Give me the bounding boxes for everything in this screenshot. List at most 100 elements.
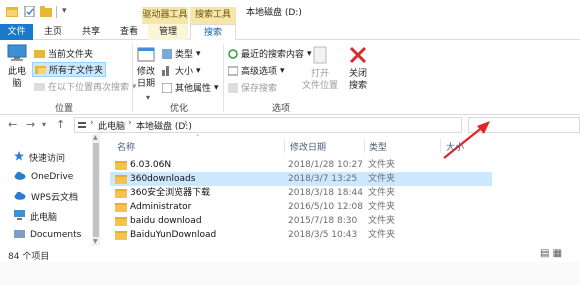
- calendar-icon: [137, 47, 155, 62]
- all-subfolders-button[interactable]: 所有子文件夹: [32, 62, 107, 77]
- context-tab-drive-tools: 驱动器工具: [142, 7, 188, 24]
- cell-date: 2018/3/7 13:25: [288, 174, 358, 184]
- quick-access-dropdown-icon[interactable]: ▾: [62, 6, 67, 16]
- size-icon: [162, 65, 169, 76]
- open-file-location-button[interactable]: 打开 文件位置: [300, 46, 340, 92]
- sort-chevron-icon: ˄: [196, 134, 200, 142]
- nav-item-1[interactable]: OneDrive: [14, 169, 73, 184]
- nav-item-4[interactable]: Documents: [14, 227, 81, 242]
- table-row[interactable]: 360downloads 2018/3/7 13:25 文件夹: [110, 172, 492, 186]
- close-search-button[interactable]: 关闭 搜索: [345, 46, 371, 92]
- kind-dropdown-icon: ▾: [196, 48, 201, 59]
- recent-searches-button[interactable]: 最近的搜索内容 ▾: [228, 47, 312, 60]
- save-search-button[interactable]: 保存搜索: [228, 81, 277, 94]
- forward-arrow-icon[interactable]: →: [26, 118, 35, 131]
- size-button[interactable]: 大小 ▾: [162, 64, 201, 77]
- tab-search[interactable]: 搜索: [190, 24, 236, 40]
- nav-item-2[interactable]: WPS云文档: [14, 189, 78, 204]
- nav-item-3[interactable]: 此电脑: [14, 209, 57, 224]
- back-arrow-icon[interactable]: ←: [8, 118, 17, 131]
- tab-share[interactable]: 共享: [74, 24, 108, 40]
- all-subfolders-label: 所有子文件夹: [49, 66, 104, 76]
- tab-home[interactable]: 主页: [36, 24, 70, 40]
- properties-icon[interactable]: [24, 6, 36, 17]
- address-bar[interactable]: [74, 117, 462, 133]
- table-row[interactable]: baidu download 2015/7/18 8:30 文件夹: [110, 214, 492, 228]
- column-separator[interactable]: [284, 139, 285, 153]
- up-arrow-icon[interactable]: ↑: [56, 118, 65, 131]
- item-count: 84 个项目: [8, 252, 50, 262]
- kind-icon: [162, 48, 172, 59]
- group-separator: [223, 44, 224, 112]
- search-again-button[interactable]: 在以下位置再次搜索 ▾: [34, 80, 137, 93]
- recent-locations-chevron-icon[interactable]: ▾: [42, 120, 46, 129]
- column-header-name[interactable]: 名称: [117, 140, 135, 153]
- breadcrumb-this-pc[interactable]: 此电脑: [98, 119, 125, 132]
- current-folder-label: 当前文件夹: [48, 50, 94, 60]
- tab-manage[interactable]: 管理: [148, 24, 188, 40]
- current-folder-button[interactable]: 当前文件夹: [34, 47, 93, 60]
- scrollbar-thumb[interactable]: [93, 143, 99, 237]
- refine-group-label: 优化: [170, 104, 189, 114]
- view-toggle-icons[interactable]: ▤ ▦: [540, 248, 562, 259]
- new-folder-icon[interactable]: [40, 6, 52, 17]
- this-pc-label: 此电 脑: [7, 67, 26, 89]
- cloud-icon: [14, 171, 26, 183]
- nav-item-label: Documents: [30, 229, 82, 240]
- nav-item-0[interactable]: 快速访问: [14, 150, 65, 165]
- search-folder-icon: [34, 83, 45, 91]
- cell-name: baidu download: [130, 216, 202, 226]
- recent-searches-label: 最近的搜索内容: [241, 50, 305, 60]
- folder-icon: [34, 50, 45, 58]
- breadcrumb-chevron-icon: ›: [90, 118, 94, 128]
- breadcrumb-chevron-icon: ›: [184, 118, 188, 128]
- column-header-date[interactable]: 修改日期: [290, 140, 326, 153]
- tab-view[interactable]: 查看: [112, 24, 146, 40]
- nav-item-label: OneDrive: [31, 171, 74, 182]
- date-modified-button[interactable]: 修改 日期: [134, 46, 158, 90]
- column-header-size[interactable]: 大小: [446, 140, 464, 153]
- computer-icon: [14, 210, 25, 223]
- kind-button[interactable]: 类型 ▾: [162, 47, 201, 60]
- table-row[interactable]: Administrator 2016/5/10 12:08 文件夹: [110, 200, 492, 214]
- this-pc-button[interactable]: 此电 脑: [4, 44, 30, 90]
- other-properties-button[interactable]: 其他属性 ▾: [162, 81, 219, 94]
- group-separator: [132, 44, 133, 112]
- explorer-icon: [6, 7, 18, 17]
- cloud-icon: [14, 191, 26, 203]
- cell-type: 文件夹: [368, 202, 396, 212]
- advanced-options-icon: [228, 66, 238, 75]
- title-separator: [56, 6, 57, 18]
- advanced-options-button[interactable]: 高级选项 ▾: [228, 64, 285, 77]
- nav-item-label: 快速访问: [29, 154, 66, 164]
- tab-file[interactable]: 文件: [0, 24, 33, 40]
- cell-type: 文件夹: [368, 160, 396, 170]
- subfolders-icon: [35, 66, 46, 74]
- cell-name: BaiduYunDownload: [130, 230, 217, 240]
- date-dropdown-icon: ▾: [146, 93, 151, 102]
- scroll-down-icon[interactable]: ▼: [93, 238, 98, 245]
- folder-icon: [115, 217, 127, 226]
- column-headers: [110, 139, 580, 153]
- properties-icon: [162, 82, 172, 93]
- table-row[interactable]: 6.03.06N 2018/1/28 10:27 文件夹: [110, 158, 492, 172]
- date-modified-label: 修改 日期: [136, 67, 155, 89]
- other-properties-label: 其他属性: [175, 84, 212, 94]
- save-search-label: 保存搜索: [241, 84, 278, 94]
- column-header-type[interactable]: 类型: [369, 140, 387, 153]
- cell-name: 6.03.06N: [130, 160, 172, 170]
- size-dropdown-icon: ▾: [196, 65, 201, 76]
- column-separator[interactable]: [364, 139, 365, 153]
- table-row[interactable]: BaiduYunDownload 2018/3/5 10:43 文件夹: [110, 228, 492, 242]
- cell-date: 2018/3/18 18:44: [288, 188, 363, 198]
- folder-icon: [115, 231, 127, 240]
- scroll-up-icon[interactable]: ▲: [93, 134, 98, 141]
- column-separator[interactable]: [440, 139, 441, 153]
- cell-date: 2018/1/28 10:27: [288, 160, 363, 170]
- options-group-label: 选项: [272, 104, 291, 114]
- context-tab-search-tools: 搜索工具: [190, 7, 236, 24]
- table-row[interactable]: 360安全浏览器下载 2018/3/18 18:44 文件夹: [110, 186, 492, 200]
- cell-name: Administrator: [130, 202, 192, 212]
- cell-name: 360downloads: [130, 174, 196, 184]
- drive-icon: [78, 122, 86, 128]
